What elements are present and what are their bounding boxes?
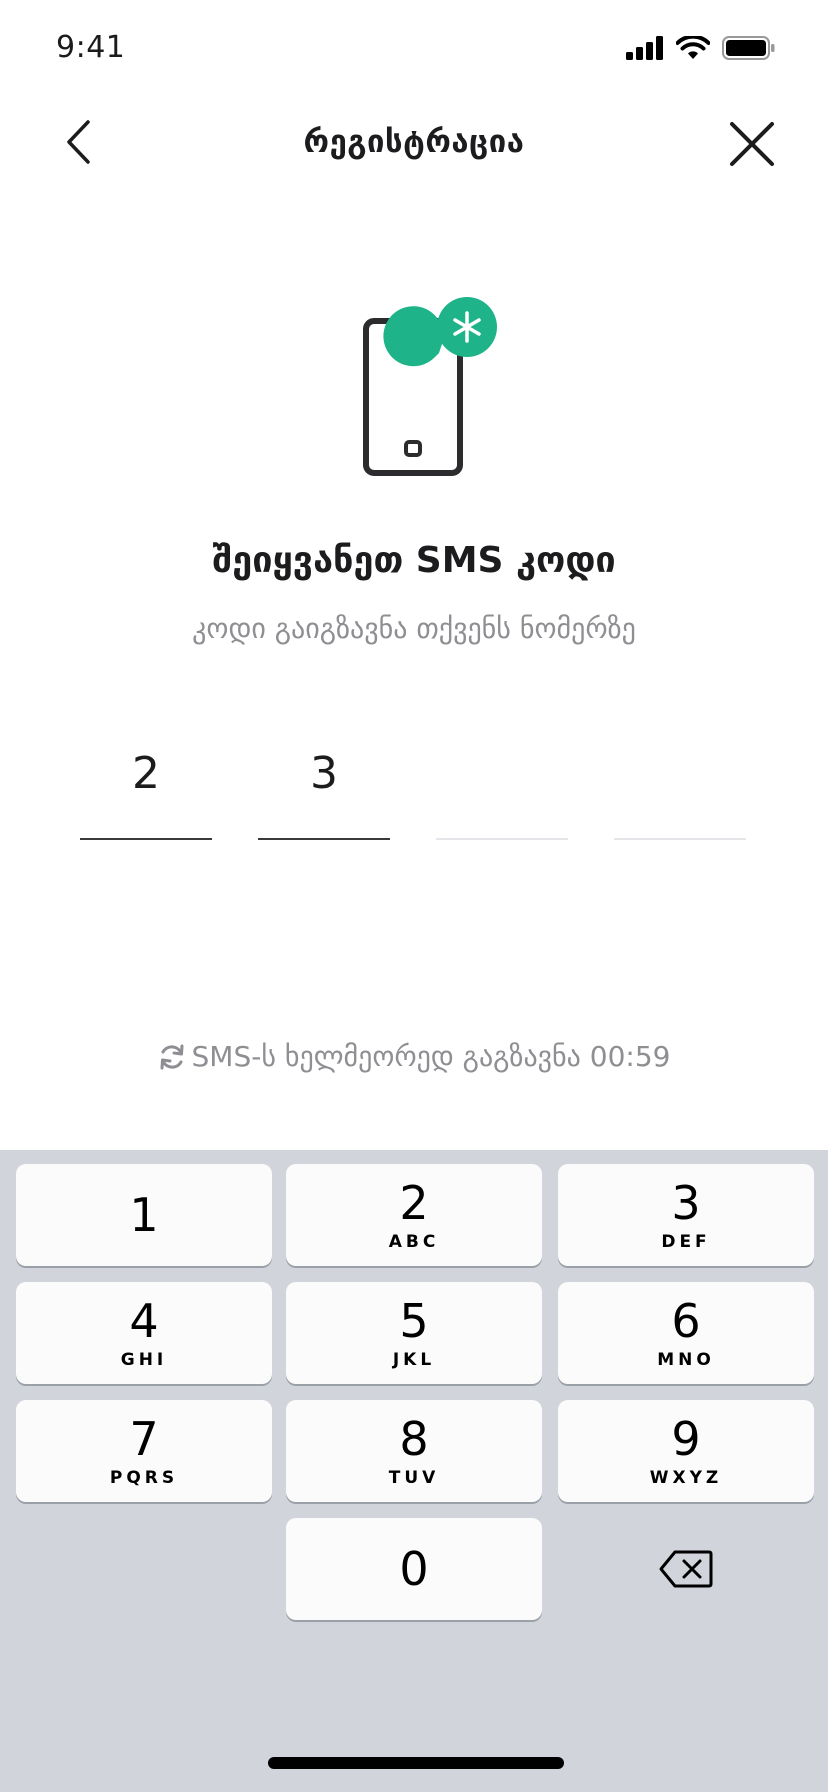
- backspace-icon: [659, 1550, 713, 1588]
- code-input-row[interactable]: 2 3: [80, 740, 750, 840]
- key-7[interactable]: 7 PQRS: [16, 1400, 272, 1502]
- signal-icon: [626, 36, 663, 60]
- key-2[interactable]: 2 ABC: [286, 1164, 542, 1266]
- key-letters: ABC: [388, 1232, 440, 1252]
- battery-icon: [722, 36, 775, 60]
- key-letters: DEF: [661, 1232, 711, 1252]
- code-digit: [614, 748, 746, 804]
- code-underline: [258, 838, 390, 840]
- key-letters: TUV: [388, 1468, 440, 1488]
- code-digit: 3: [310, 748, 338, 799]
- subline: კოდი გაიგზავნა თქვენს ნომერზე: [192, 612, 636, 645]
- close-button[interactable]: [724, 116, 780, 172]
- phone-sms-icon: [363, 297, 497, 476]
- refresh-icon: [160, 1044, 184, 1069]
- key-number: 2: [399, 1176, 429, 1230]
- status-bar: 9:41: [0, 0, 828, 96]
- status-time: 9:41: [56, 30, 126, 65]
- key-5[interactable]: 5 JKL: [286, 1282, 542, 1384]
- key-letters: MNO: [657, 1350, 715, 1370]
- code-cell-4[interactable]: [614, 740, 746, 840]
- key-number: 7: [129, 1412, 159, 1466]
- code-underline: [614, 838, 746, 840]
- resend-sms-button[interactable]: SMS-ს ხელმეორედ გაგზავნა 00:59: [0, 1040, 828, 1073]
- numeric-keypad: 1 2 ABC 3 DEF 4 GHI 5 JKL 6 MNO 7 PQRS 8…: [0, 1150, 828, 1792]
- key-6[interactable]: 6 MNO: [558, 1282, 814, 1384]
- key-number: 4: [129, 1294, 159, 1348]
- code-cell-3[interactable]: [436, 740, 568, 840]
- key-letters: JKL: [392, 1350, 436, 1370]
- page-title: რეგისტრაცია: [303, 124, 525, 160]
- key-number: 6: [671, 1294, 701, 1348]
- status-icons: [626, 36, 776, 60]
- wifi-icon: [676, 36, 710, 59]
- key-letters: PQRS: [109, 1468, 179, 1488]
- key-number: 9: [671, 1412, 701, 1466]
- code-underline: [436, 838, 568, 840]
- key-number: 5: [399, 1294, 429, 1348]
- key-0[interactable]: 0: [286, 1518, 542, 1620]
- key-1[interactable]: 1: [16, 1164, 272, 1266]
- headline: შეიყვანეთ SMS კოდი: [212, 540, 616, 581]
- home-indicator: [268, 1757, 564, 1769]
- key-3[interactable]: 3 DEF: [558, 1164, 814, 1266]
- navigation-bar: რეგისტრაცია: [0, 96, 828, 192]
- key-number: 0: [399, 1542, 429, 1596]
- key-8[interactable]: 8 TUV: [286, 1400, 542, 1502]
- code-digit: [436, 748, 568, 804]
- resend-label: SMS-ს ხელმეორედ გაგზავნა 00:59: [191, 1040, 671, 1073]
- close-icon: [730, 122, 774, 166]
- code-cell-2[interactable]: 3: [258, 740, 390, 840]
- key-letters: GHI: [120, 1350, 168, 1370]
- key-letters: WXYZ: [649, 1468, 723, 1488]
- backspace-button[interactable]: [558, 1518, 814, 1620]
- code-underline: [80, 838, 212, 840]
- key-number: 3: [671, 1176, 701, 1230]
- sms-verification-screen: 9:41 რეგისტრაცია შეიყვანეთ SMS კოდი კოდი…: [0, 0, 828, 1792]
- key-4[interactable]: 4 GHI: [16, 1282, 272, 1384]
- key-9[interactable]: 9 WXYZ: [558, 1400, 814, 1502]
- code-digit: 2: [132, 748, 160, 799]
- key-number: 8: [399, 1412, 429, 1466]
- code-cell-1[interactable]: 2: [80, 740, 212, 840]
- key-number: 1: [129, 1188, 159, 1242]
